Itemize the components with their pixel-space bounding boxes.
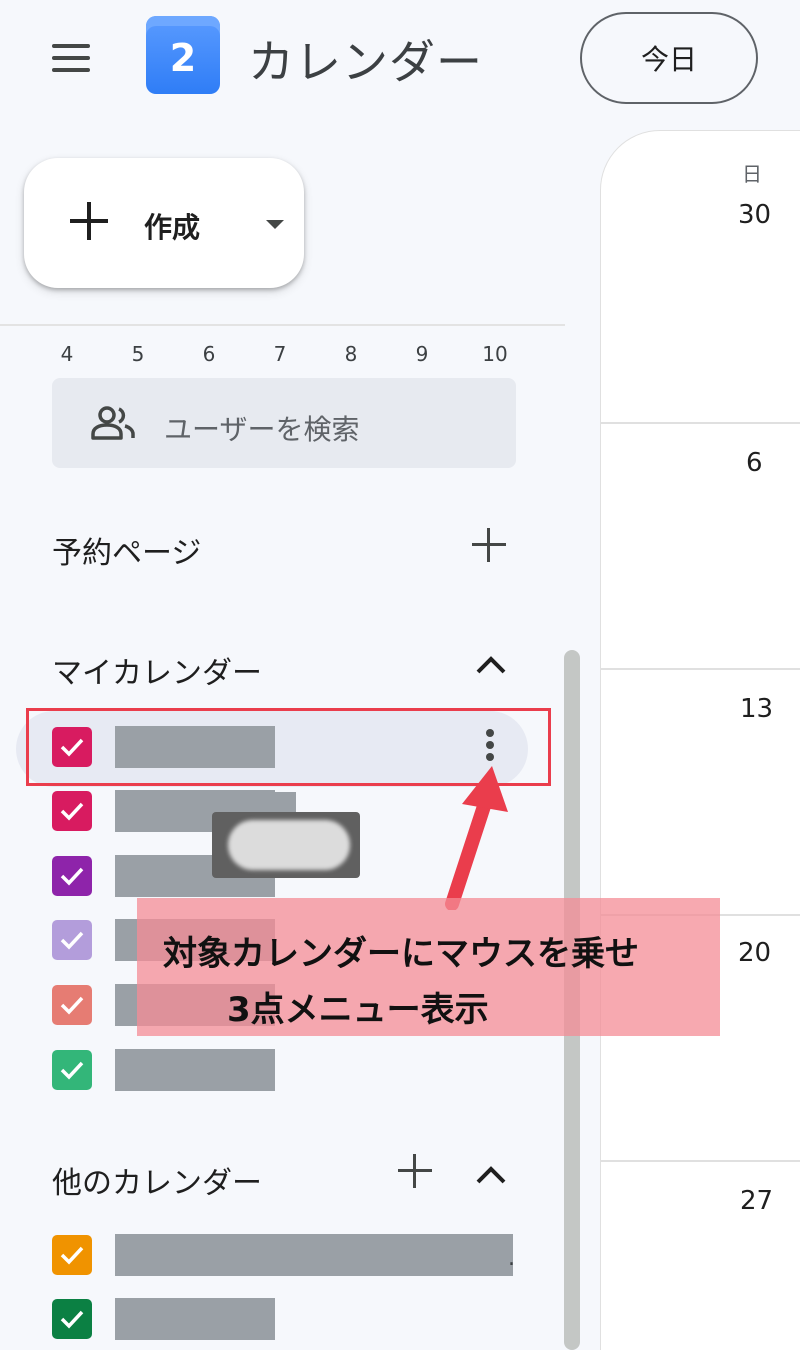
annotation-arrow [445, 766, 508, 910]
week-divider [600, 1160, 800, 1162]
redacted-calendar-name [115, 1298, 275, 1340]
mini-calendar-day[interactable]: 5 [123, 342, 153, 366]
search-placeholder: ユーザーを検索 [164, 413, 360, 446]
main-menu-icon[interactable] [48, 40, 94, 76]
mini-calendar-day[interactable]: 6 [194, 342, 224, 366]
callout-line-1: 対象カレンダーにマウスを乗せ [163, 934, 639, 974]
calendar-checkbox[interactable] [52, 856, 92, 896]
check-icon [60, 867, 84, 886]
calendar-logo: 2 [146, 16, 220, 94]
annotation-callout: 対象カレンダーにマウスを乗せ 3点メニュー表示 [137, 898, 720, 1036]
add-other-calendar-icon[interactable] [398, 1154, 432, 1188]
mini-calendar-day[interactable]: 7 [265, 342, 295, 366]
mini-calendar-day[interactable]: 8 [336, 342, 366, 366]
check-icon [60, 931, 84, 950]
week-divider [600, 422, 800, 424]
day-of-week-label: 日 [742, 162, 762, 186]
plus-icon [70, 202, 108, 240]
tooltip-fragment [272, 792, 296, 812]
hover-tooltip [212, 812, 360, 878]
app-title: カレンダー [248, 35, 483, 89]
chevron-up-icon[interactable] [474, 1162, 508, 1186]
calendar-checkbox[interactable] [52, 1050, 92, 1090]
date-cell[interactable]: 27 [740, 1186, 773, 1216]
mini-calendar-day[interactable]: 4 [52, 342, 82, 366]
callout-line-2: 3点メニュー表示 [227, 990, 489, 1030]
calendar-checkbox[interactable] [52, 791, 92, 831]
search-people-input[interactable]: ユーザーを検索 [52, 378, 516, 468]
calendar-checkbox[interactable] [52, 1299, 92, 1339]
check-icon [60, 1246, 84, 1265]
mini-calendar-day[interactable]: 10 [478, 342, 512, 366]
people-icon [91, 406, 135, 440]
other-calendars-title: 他のカレンダー [52, 1166, 262, 1201]
week-divider [600, 668, 800, 670]
date-cell[interactable]: 6 [746, 448, 763, 478]
booking-pages-title: 予約ページ [52, 536, 202, 571]
mini-calendar-day[interactable]: 9 [407, 342, 437, 366]
my-calendars-title: マイカレンダー [52, 656, 262, 691]
date-cell[interactable]: 30 [738, 200, 771, 230]
caret-down-icon [266, 220, 284, 229]
calendar-checkbox[interactable] [52, 920, 92, 960]
create-label: 作成 [144, 211, 201, 244]
check-icon [60, 996, 84, 1015]
calendar-checkbox[interactable] [52, 1235, 92, 1275]
calendar-list-item[interactable] [0, 1288, 560, 1350]
today-button[interactable]: 今日 [580, 12, 758, 104]
sidebar-divider [0, 324, 565, 326]
chevron-up-icon[interactable] [474, 652, 508, 676]
redacted-calendar-name [115, 1234, 513, 1276]
calendar-list-item[interactable] [0, 1224, 560, 1286]
check-icon [60, 1061, 84, 1080]
create-button[interactable]: 作成 [24, 158, 304, 288]
date-cell[interactable]: 20 [738, 938, 771, 968]
month-grid-panel [600, 130, 800, 1350]
redacted-calendar-name [115, 1049, 275, 1091]
blurred-tooltip-text [228, 820, 350, 870]
truncation-ellipsis: . [508, 1246, 515, 1271]
calendar-checkbox[interactable] [52, 985, 92, 1025]
add-booking-page-icon[interactable] [472, 528, 506, 562]
check-icon [60, 802, 84, 821]
date-cell[interactable]: 13 [740, 694, 773, 724]
check-icon [60, 1310, 84, 1329]
calendar-list-item[interactable] [0, 1039, 560, 1101]
